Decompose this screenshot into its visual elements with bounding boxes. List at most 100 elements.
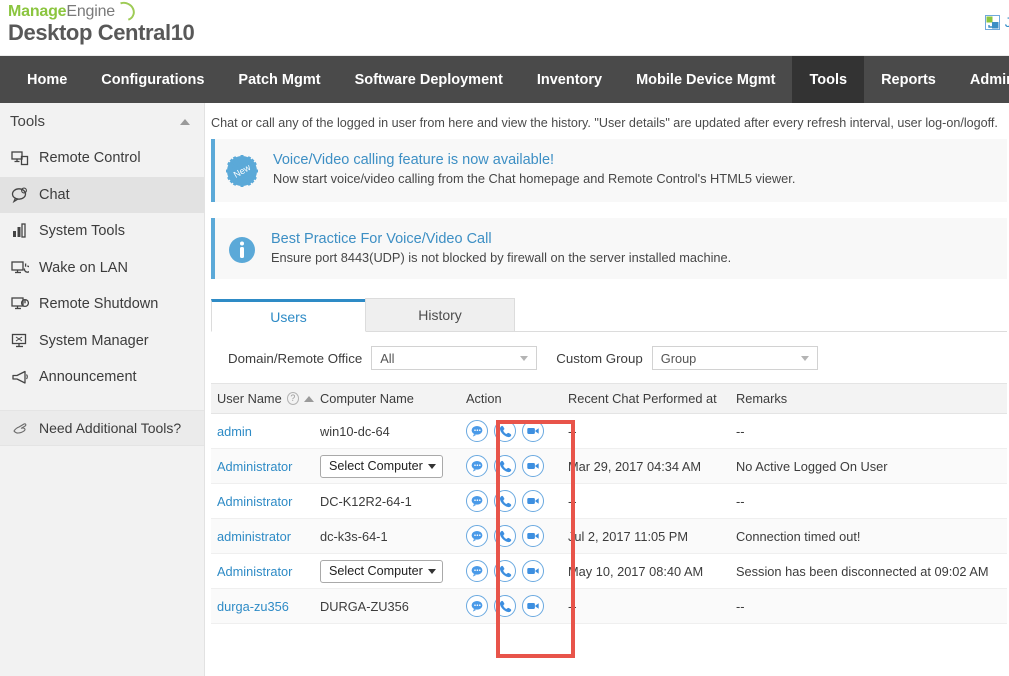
select-computer-value: Select Computer [329, 564, 423, 578]
sidebar-divider [0, 396, 204, 410]
nav-item-reports[interactable]: Reports [864, 56, 953, 103]
nav-item-configurations[interactable]: Configurations [84, 56, 221, 103]
sidebar-item-system-tools[interactable]: System Tools [0, 213, 204, 250]
nav-item-software-deployment[interactable]: Software Deployment [338, 56, 520, 103]
video-action-icon[interactable] [522, 420, 544, 442]
call-action-icon[interactable] [494, 490, 516, 512]
column-remarks[interactable]: Remarks [730, 383, 1007, 414]
filter-bar: Domain/Remote Office All Custom Group Gr… [205, 332, 1009, 383]
sidebar-item-label: Need Additional Tools? [39, 419, 182, 436]
nav-item-patch-mgmt[interactable]: Patch Mgmt [221, 56, 337, 103]
banner-best-practice: Best Practice For Voice/Video Call Ensur… [211, 218, 1007, 279]
system-manager-icon [11, 332, 29, 350]
banner-subtitle: Ensure port 8443(UDP) is not blocked by … [271, 250, 732, 265]
logo-version-text: 10 [170, 20, 195, 45]
sidebar-item-wake-on-lan[interactable]: Wake on LAN [0, 250, 204, 287]
computer-name-value: DURGA-ZU356 [320, 598, 409, 614]
chat-action-icon[interactable] [466, 455, 488, 477]
banner-title[interactable]: Best Practice For Voice/Video Call [271, 231, 731, 247]
nav-item-home[interactable]: Home [10, 56, 84, 103]
video-action-icon[interactable] [522, 490, 544, 512]
sidebar-item-need-additional-tools[interactable]: Need Additional Tools? [0, 409, 204, 446]
call-action-icon[interactable] [494, 420, 516, 442]
app-header: ManageEngine Desktop Central10 Jump [0, 0, 1009, 56]
remarks-value: Session has been disconnected at 09:02 A… [736, 563, 989, 579]
user-name-link[interactable]: admin [217, 424, 252, 439]
user-name-link[interactable]: Administrator [217, 564, 292, 579]
row-actions [466, 560, 562, 582]
sidebar-item-system-manager[interactable]: System Manager [0, 323, 204, 360]
column-user-name[interactable]: User Name ? [211, 383, 314, 414]
banner-text-block: Best Practice For Voice/Video Call Ensur… [271, 231, 731, 265]
call-action-icon[interactable] [494, 455, 516, 477]
sidebar-item-label: System Manager [39, 332, 149, 349]
column-computer-name[interactable]: Computer Name [314, 383, 460, 414]
users-table-head: User Name ? Computer Name Action Recent … [211, 383, 1007, 414]
wake-on-lan-icon [11, 259, 32, 277]
select-computer-dropdown[interactable]: Select Computer [320, 559, 443, 583]
tab-history[interactable]: History [365, 298, 515, 331]
tab-users[interactable]: Users [211, 299, 366, 332]
sidebar-item-announcement[interactable]: Announcement [0, 359, 204, 396]
sidebar-header[interactable]: Tools [0, 103, 204, 140]
banner-voice-video-available: New Voice/Video calling feature is now a… [211, 139, 1007, 202]
chat-action-icon[interactable] [466, 525, 488, 547]
chat-action-icon[interactable] [466, 490, 488, 512]
nav-item-admin[interactable]: Admin [953, 56, 1009, 103]
video-action-icon[interactable] [522, 560, 544, 582]
page-body: Tools Remote Control Chat System Tools W… [0, 103, 1009, 676]
banner-subtitle: Now start voice/video calling from the C… [273, 171, 796, 186]
table-header-row: User Name ? Computer Name Action Recent … [211, 383, 1007, 414]
sidebar-item-remote-shutdown[interactable]: Remote Shutdown [0, 286, 204, 323]
question-mark-icon[interactable]: ? [286, 392, 299, 405]
sidebar-item-remote-control[interactable]: Remote Control [0, 140, 204, 177]
chat-action-icon[interactable] [466, 595, 488, 617]
table-row: Administrator Select Computer [211, 448, 1007, 484]
custom-group-value: Group [660, 350, 697, 366]
domain-remote-office-select[interactable]: All [371, 346, 538, 370]
remarks-value: -- [736, 423, 745, 439]
sidebar-item-label: Remote Control [39, 150, 141, 167]
banner-title[interactable]: Voice/Video calling feature is now avail… [273, 152, 795, 168]
column-action: Action [460, 383, 562, 414]
remote-shutdown-icon [11, 295, 30, 313]
banner-text-block: Voice/Video calling feature is now avail… [273, 152, 795, 186]
users-table: User Name ? Computer Name Action Recent … [211, 383, 1007, 624]
nav-item-mobile-device-mgmt[interactable]: Mobile Device Mgmt [619, 56, 792, 103]
recent-chat-value: Mar 29, 2017 04:34 AM [568, 458, 702, 474]
logo-swoosh-icon [116, 4, 132, 17]
recent-chat-value: -- [568, 493, 577, 509]
user-name-link[interactable]: Administrator [217, 459, 292, 474]
table-row: durga-zu356 DURGA-ZU356 -- -- [211, 588, 1007, 624]
call-action-icon[interactable] [494, 595, 516, 617]
logo-product-text: Desktop Central [8, 20, 171, 45]
recent-chat-value: Jul 2, 2017 11:05 PM [568, 528, 688, 544]
recent-chat-value: May 10, 2017 08:40 AM [568, 563, 704, 579]
sidebar-item-chat[interactable]: Chat [0, 176, 204, 213]
chat-bubble-icon [11, 186, 29, 204]
video-action-icon[interactable] [522, 525, 544, 547]
select-computer-dropdown[interactable]: Select Computer [320, 454, 443, 478]
sort-ascending-icon[interactable] [304, 395, 314, 402]
column-recent-chat[interactable]: Recent Chat Performed at [562, 383, 730, 414]
chevron-up-icon[interactable] [180, 118, 190, 125]
new-badge-icon: New [225, 154, 259, 188]
video-action-icon[interactable] [522, 595, 544, 617]
nav-item-tools[interactable]: Tools [792, 56, 865, 103]
jump-to-link[interactable]: Jump [984, 14, 1009, 30]
remarks-value: -- [736, 598, 745, 614]
call-action-icon[interactable] [494, 525, 516, 547]
video-action-icon[interactable] [522, 455, 544, 477]
domain-remote-office-value: All [380, 350, 395, 366]
user-name-link[interactable]: durga-zu356 [217, 599, 289, 614]
user-name-link[interactable]: Administrator [217, 494, 292, 509]
computer-name-value: win10-dc-64 [320, 423, 390, 439]
chat-action-icon[interactable] [466, 560, 488, 582]
chat-action-icon[interactable] [466, 420, 488, 442]
custom-group-select[interactable]: Group [651, 346, 818, 370]
call-action-icon[interactable] [494, 560, 516, 582]
custom-group-label: Custom Group [556, 350, 643, 366]
user-name-link[interactable]: administrator [217, 529, 291, 544]
nav-item-inventory[interactable]: Inventory [520, 56, 619, 103]
product-logo[interactable]: ManageEngine Desktop Central10 [8, 4, 195, 45]
